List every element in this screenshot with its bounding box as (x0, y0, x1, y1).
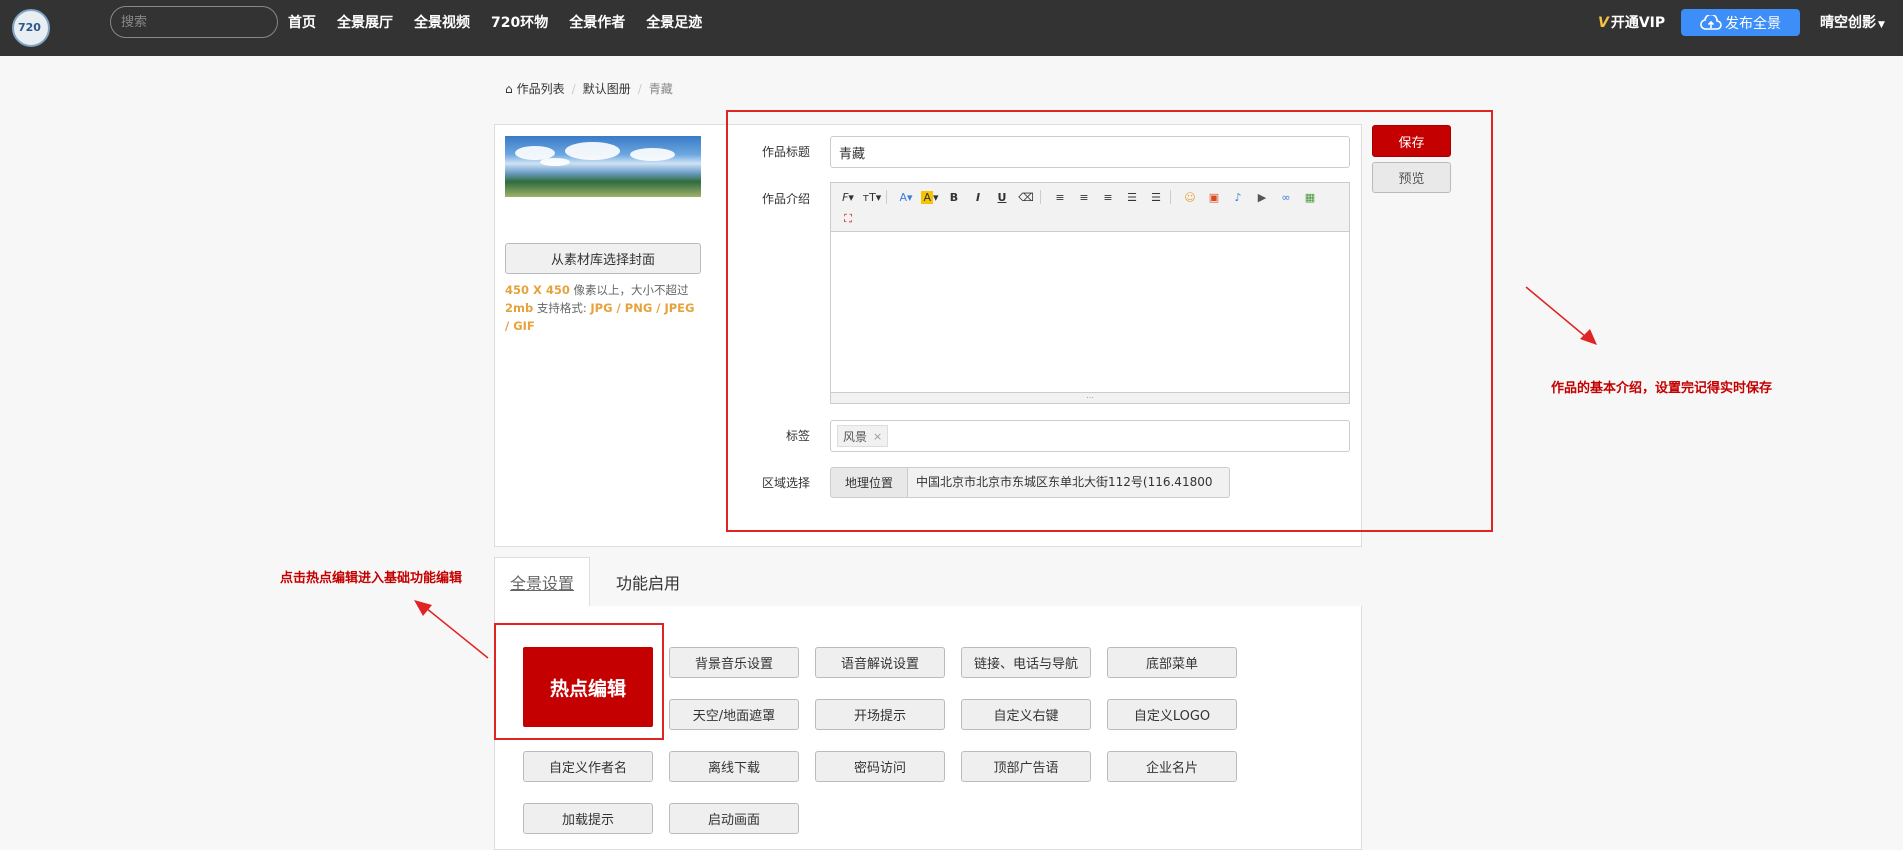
loading-tip-button[interactable]: 加载提示 (523, 803, 653, 834)
custom-right-click-button[interactable]: 自定义右键 (961, 699, 1091, 730)
publish-button[interactable]: 发布全景 (1681, 9, 1800, 36)
cover-hint: 450 X 450 像素以上，大小不超过 2mb 支持格式: JPG / PNG … (505, 283, 695, 333)
breadcrumb-works[interactable]: 作品列表 (517, 80, 565, 97)
annotation-text-hotspot: 点击热点编辑进入基础功能编辑 (280, 571, 463, 586)
vip-link[interactable]: V 开通VIP (1598, 12, 1665, 32)
nav-home[interactable]: 首页 (288, 12, 316, 32)
business-card-button[interactable]: 企业名片 (1107, 751, 1237, 782)
search-input[interactable] (110, 6, 278, 38)
breadcrumb-separator: / (637, 81, 642, 96)
site-logo[interactable]: 720 (12, 9, 50, 47)
nav-panorama-video[interactable]: 全景视频 (414, 12, 470, 32)
settings-tabs: 全景设置 功能启用 (494, 557, 1362, 607)
bottom-menu-button[interactable]: 底部菜单 (1107, 647, 1237, 678)
annotation-arrow-right (1525, 286, 1597, 345)
voice-narration-button[interactable]: 语音解说设置 (815, 647, 945, 678)
annotation-box-form (726, 110, 1493, 532)
user-menu[interactable]: 晴空创影 ▼ (1820, 12, 1885, 32)
bg-music-button[interactable]: 背景音乐设置 (669, 647, 799, 678)
breadcrumb-album[interactable]: 默认图册 (583, 80, 631, 97)
hotspot-edit-button[interactable]: 热点编辑 (523, 647, 653, 727)
opening-tip-button[interactable]: 开场提示 (815, 699, 945, 730)
top-navbar: 720 首页 全景展厅 全景视频 720环物 全景作者 全景足迹 V开通VIP … (0, 0, 1903, 56)
cloud-upload-icon (1700, 14, 1722, 30)
custom-logo-button[interactable]: 自定义LOGO (1107, 699, 1237, 730)
launch-screen-button[interactable]: 启动画面 (669, 803, 799, 834)
nav-footprints[interactable]: 全景足迹 (646, 12, 702, 32)
nav-panorama-hall[interactable]: 全景展厅 (337, 12, 393, 32)
link-phone-nav-button[interactable]: 链接、电话与导航 (961, 647, 1091, 678)
logo-mark: 720 (18, 21, 41, 34)
caret-down-icon: ▼ (1878, 20, 1885, 30)
home-icon: ⌂ (505, 81, 513, 96)
breadcrumb-current: 青藏 (648, 82, 673, 96)
breadcrumb: ⌂ 作品列表 / 默认图册 / 青藏 (505, 80, 673, 97)
custom-author-button[interactable]: 自定义作者名 (523, 751, 653, 782)
password-access-button[interactable]: 密码访问 (815, 751, 945, 782)
annotation-arrow-left (414, 600, 489, 659)
vip-icon: V (1598, 15, 1609, 31)
top-ad-slogan-button[interactable]: 顶部广告语 (961, 751, 1091, 782)
cover-image[interactable] (505, 136, 701, 197)
select-cover-button[interactable]: 从素材库选择封面 (505, 243, 701, 274)
nav-720-objects[interactable]: 720环物 (491, 12, 548, 32)
main-nav: 首页 全景展厅 全景视频 720环物 全景作者 全景足迹 (288, 12, 723, 32)
nav-authors[interactable]: 全景作者 (569, 12, 625, 32)
tab-feature-enable[interactable]: 功能启用 (598, 557, 698, 607)
breadcrumb-separator: / (571, 81, 576, 96)
tab-panorama-settings[interactable]: 全景设置 (494, 557, 590, 607)
sky-ground-mask-button[interactable]: 天空/地面遮罩 (669, 699, 799, 730)
annotation-text-form: 作品的基本介绍，设置完记得实时保存 (1551, 381, 1773, 396)
offline-download-button[interactable]: 离线下载 (669, 751, 799, 782)
